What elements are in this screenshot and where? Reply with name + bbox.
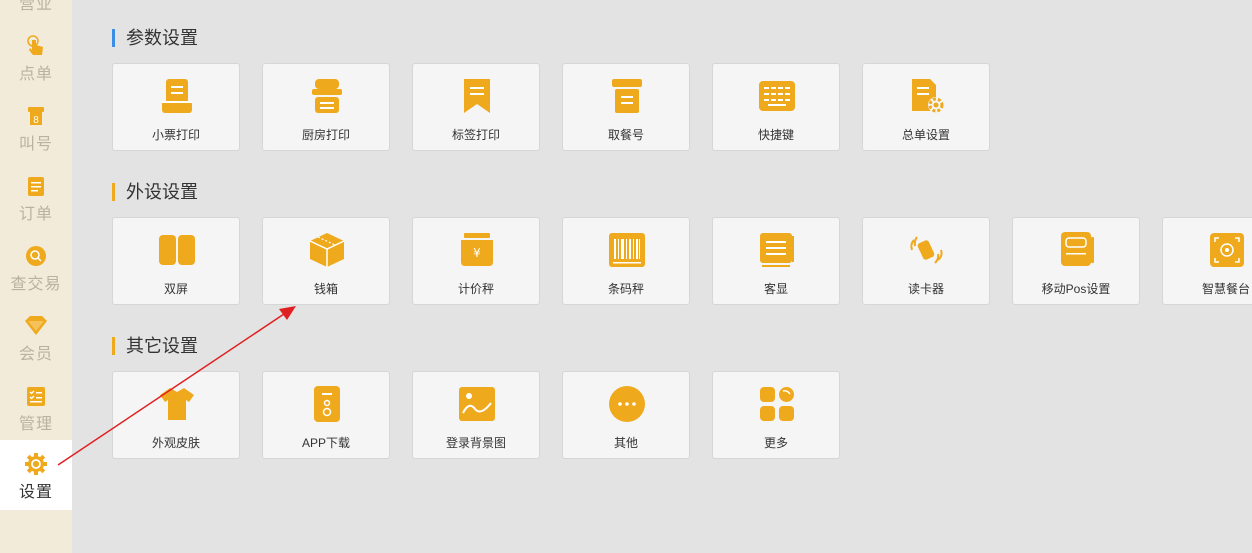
tile-label: 读卡器 (907, 282, 944, 296)
tile-summary-settings[interactable]: 总单设置 (862, 63, 990, 151)
app-download-icon (307, 384, 347, 424)
section-title-text: 外设设置 (126, 182, 198, 202)
sidebar-item-label: 设置 (18, 484, 53, 501)
keyboard-icon (757, 76, 797, 116)
sidebar-item-label: 叫号 (18, 136, 53, 153)
tile-pricing-scale[interactable]: ¥ 计价秤 (412, 217, 540, 305)
section-title-peripherals: 外设设置 (112, 181, 198, 203)
svg-text:8: 8 (33, 115, 39, 126)
sidebar-item-manage[interactable]: 管理 (0, 378, 72, 448)
diamond-icon (24, 314, 48, 338)
tile-mobile-pos[interactable]: 移动Pos设置 (1012, 217, 1140, 305)
tile-label: 其他 (613, 436, 638, 450)
tile-app-download[interactable]: APP下载 (262, 371, 390, 459)
sidebar-item-label: 营业 (18, 0, 53, 13)
search-icon (24, 244, 48, 268)
tile-label: 计价秤 (457, 282, 494, 296)
tile-login-background[interactable]: 登录背景图 (412, 371, 540, 459)
hand-pointer-icon (24, 34, 48, 58)
card-reader-icon (907, 230, 947, 270)
dual-screen-icon (157, 230, 197, 270)
more-dots-icon (607, 384, 647, 424)
section-bar (112, 337, 115, 355)
tile-label: 快捷键 (757, 128, 794, 142)
sidebar-item-settings[interactable]: 设置 (0, 440, 72, 510)
section-bar (112, 183, 115, 201)
tile-label: 取餐号 (607, 128, 644, 142)
sidebar-item-label: 会员 (18, 346, 53, 363)
call-number-icon: 8 (24, 104, 48, 128)
tile-label: 外观皮肤 (151, 436, 200, 450)
sidebar-item-label: 管理 (18, 416, 53, 433)
tile-cash-box[interactable]: 钱箱 (262, 217, 390, 305)
kitchen-printer-icon (307, 76, 347, 116)
tile-pickup-number[interactable]: 取餐号 (562, 63, 690, 151)
sidebar-item-transactions[interactable]: 查交易 (0, 238, 72, 308)
pickup-number-icon (607, 76, 647, 116)
sidebar-item-members[interactable]: 会员 (0, 308, 72, 378)
tile-receipt-print[interactable]: 小票打印 (112, 63, 240, 151)
gear-icon (24, 452, 48, 476)
tile-label-print[interactable]: 标签打印 (412, 63, 540, 151)
tshirt-icon (157, 384, 197, 424)
section-title-other: 其它设置 (112, 335, 198, 357)
smart-table-icon (1207, 230, 1247, 270)
tile-label: 客显 (763, 282, 788, 296)
tile-other[interactable]: 其他 (562, 371, 690, 459)
tile-barcode-scale[interactable]: 条码秤 (562, 217, 690, 305)
sidebar-item-orders[interactable]: 订单 (0, 168, 72, 238)
section-title-params: 参数设置 (112, 27, 198, 49)
tile-label: 双屏 (163, 282, 188, 296)
section-title-text: 其它设置 (126, 336, 198, 356)
sidebar-item-label: 查交易 (10, 276, 62, 293)
barcode-scale-icon (607, 230, 647, 270)
tile-card-reader[interactable]: 读卡器 (862, 217, 990, 305)
tile-label: 厨房打印 (301, 128, 350, 142)
section-title-text: 参数设置 (126, 28, 198, 48)
tile-label: 总单设置 (901, 128, 950, 142)
tile-label: 钱箱 (313, 282, 338, 296)
tile-smart-table[interactable]: 智慧餐台 (1162, 217, 1252, 305)
order-list-icon (24, 174, 48, 198)
tile-appearance-skin[interactable]: 外观皮肤 (112, 371, 240, 459)
tile-label: 登录背景图 (445, 436, 506, 450)
tile-label: 小票打印 (151, 128, 200, 142)
tile-shortcut-keys[interactable]: 快捷键 (712, 63, 840, 151)
pricing-scale-icon: ¥ (457, 230, 497, 270)
tile-label: 标签打印 (451, 128, 500, 142)
cash-box-icon (307, 230, 347, 270)
tile-label: APP下载 (301, 436, 350, 450)
sidebar-item-call[interactable]: 8 叫号 (0, 98, 72, 168)
receipt-printer-icon (157, 76, 197, 116)
mobile-pos-icon (1057, 230, 1097, 270)
sidebar: 营业 点单 8 叫号 订单 查交易 会员 管理 设置 (0, 0, 72, 553)
sidebar-item-business[interactable]: 营业 (0, 0, 72, 28)
label-printer-icon (457, 76, 497, 116)
tile-label: 移动Pos设置 (1041, 282, 1111, 296)
tile-label: 更多 (763, 436, 788, 450)
apps-grid-icon (757, 384, 797, 424)
tile-label: 智慧餐台 (1201, 282, 1250, 296)
tile-label: 条码秤 (607, 282, 644, 296)
section-bar (112, 29, 115, 47)
checklist-icon (24, 384, 48, 408)
document-settings-icon (907, 76, 947, 116)
tile-customer-display[interactable]: 客显 (712, 217, 840, 305)
tile-dual-screen[interactable]: 双屏 (112, 217, 240, 305)
sidebar-item-label: 点单 (18, 66, 53, 83)
svg-text:¥: ¥ (473, 246, 481, 260)
tile-kitchen-print[interactable]: 厨房打印 (262, 63, 390, 151)
tile-more[interactable]: 更多 (712, 371, 840, 459)
sidebar-item-order[interactable]: 点单 (0, 28, 72, 98)
customer-display-icon (757, 230, 797, 270)
sidebar-item-label: 订单 (18, 206, 53, 223)
image-icon (457, 384, 497, 424)
